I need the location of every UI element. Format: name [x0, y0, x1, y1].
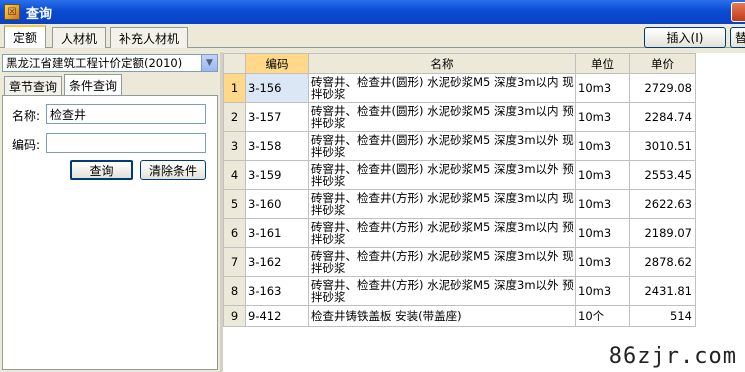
price-cell[interactable]: 2729.08: [629, 73, 696, 103]
name-cell[interactable]: 砖窨井、检查井(圆形) 水泥砂浆M5 深度3m以内 现拌砂浆: [308, 73, 576, 103]
corner-header: [223, 53, 246, 74]
header-row: 编码 名称 单位 单价: [223, 53, 696, 74]
row-number-cell[interactable]: 5: [223, 189, 246, 219]
results-grid: 编码 名称 单位 单价 1 3-156 砖窨井、检查井(圆形) 水泥砂浆M5 深度3…: [223, 53, 745, 372]
top-tab-bar: 定额 人材机 补充人材机 插入(I) 替: [0, 24, 745, 48]
table-row[interactable]: 2 3-157 砖窨井、检查井(圆形) 水泥砂浆M5 深度3m以内 预拌砂浆 10m3…: [223, 102, 696, 132]
name-cell[interactable]: 砖窨井、检查井(方形) 水泥砂浆M5 深度3m以外 现拌砂浆: [308, 247, 576, 277]
table-row[interactable]: 7 3-162 砖窨井、检查井(方形) 水泥砂浆M5 深度3m以外 现拌砂浆 10m3…: [223, 247, 696, 277]
table-row[interactable]: 9 9-412 检查井铸铁盖板 安装(带盖座) 10个 514: [223, 305, 696, 327]
unit-cell[interactable]: 10m3: [575, 102, 630, 132]
unit-cell[interactable]: 10m3: [575, 189, 630, 219]
replace-button[interactable]: 替: [730, 27, 745, 48]
code-cell[interactable]: 9-412: [245, 305, 309, 327]
row-number-cell[interactable]: 4: [223, 160, 246, 190]
name-field[interactable]: 检查井: [46, 104, 206, 124]
tab-labor-material-machine[interactable]: 人材机: [52, 27, 107, 48]
results-table: 编码 名称 单位 单价 1 3-156 砖窨井、检查井(圆形) 水泥砂浆M5 深度3…: [223, 53, 696, 327]
quota-library-value: 黑龙江省建筑工程计价定额(2010): [6, 56, 183, 70]
left-search-panel: 黑龙江省建筑工程计价定额(2010) ▼ 章节查询 条件查询 名称: 检查井 编…: [0, 52, 220, 372]
row-number-cell[interactable]: 6: [223, 218, 246, 248]
name-cell[interactable]: 砖窨井、检查井(方形) 水泥砂浆M5 深度3m以内 预拌砂浆: [308, 218, 576, 248]
unit-cell[interactable]: 10m3: [575, 218, 630, 248]
table-row[interactable]: 8 3-163 砖窨井、检查井(方形) 水泥砂浆M5 深度3m以外 预拌砂浆 10m3…: [223, 276, 696, 306]
code-cell[interactable]: 3-158: [245, 131, 309, 161]
table-row[interactable]: 3 3-158 砖窨井、检查井(圆形) 水泥砂浆M5 深度3m以外 现拌砂浆 10m3…: [223, 131, 696, 161]
unit-cell[interactable]: 10m3: [575, 276, 630, 306]
code-cell[interactable]: 3-156: [245, 73, 309, 103]
name-cell[interactable]: 砖窨井、检查井(圆形) 水泥砂浆M5 深度3m以外 现拌砂浆: [308, 131, 576, 161]
name-cell[interactable]: 砖窨井、检查井(方形) 水泥砂浆M5 深度3m以外 预拌砂浆: [308, 276, 576, 306]
name-label: 名称:: [12, 109, 41, 123]
unit-column-header[interactable]: 单位: [575, 53, 630, 74]
tab-supplement-lmm[interactable]: 补充人材机: [110, 27, 189, 48]
code-cell[interactable]: 3-162: [245, 247, 309, 277]
query-button[interactable]: 查询: [70, 160, 133, 180]
quota-library-select[interactable]: 黑龙江省建筑工程计价定额(2010) ▼: [2, 54, 218, 72]
tab-condition-search[interactable]: 条件查询: [64, 74, 123, 96]
name-cell[interactable]: 砖窨井、检查井(圆形) 水泥砂浆M5 深度3m以外 预拌砂浆: [308, 160, 576, 190]
name-cell[interactable]: 检查井铸铁盖板 安装(带盖座): [308, 305, 576, 327]
code-label: 编码:: [12, 138, 41, 152]
row-number-cell[interactable]: 9: [223, 305, 246, 327]
price-cell[interactable]: 514: [629, 305, 696, 327]
table-row[interactable]: 6 3-161 砖窨井、检查井(方形) 水泥砂浆M5 深度3m以内 预拌砂浆 10m3…: [223, 218, 696, 248]
row-number-cell[interactable]: 2: [223, 102, 246, 132]
price-column-header[interactable]: 单价: [629, 53, 696, 74]
tab-chapter-search[interactable]: 章节查询: [4, 76, 63, 96]
unit-cell[interactable]: 10m3: [575, 131, 630, 161]
price-cell[interactable]: 2622.63: [629, 189, 696, 219]
window-title: 查询: [26, 6, 53, 22]
unit-cell[interactable]: 10m3: [575, 247, 630, 277]
code-cell[interactable]: 3-159: [245, 160, 309, 190]
price-cell[interactable]: 2431.81: [629, 276, 696, 306]
tab-quota[interactable]: 定额: [4, 25, 47, 48]
unit-cell[interactable]: 10m3: [575, 73, 630, 103]
insert-button[interactable]: 插入(I): [644, 27, 726, 48]
name-cell[interactable]: 砖窨井、检查井(圆形) 水泥砂浆M5 深度3m以内 预拌砂浆: [308, 102, 576, 132]
price-cell[interactable]: 2284.74: [629, 102, 696, 132]
table-row[interactable]: 5 3-160 砖窨井、检查井(方形) 水泥砂浆M5 深度3m以内 现拌砂浆 10m3…: [223, 189, 696, 219]
unit-cell[interactable]: 10m3: [575, 160, 630, 190]
title-bar: ☒ 查询: [0, 0, 745, 24]
code-column-header[interactable]: 编码: [245, 53, 309, 74]
name-column-header[interactable]: 名称: [308, 53, 576, 74]
price-cell[interactable]: 2553.45: [629, 160, 696, 190]
code-field[interactable]: [46, 133, 206, 153]
app-icon: ☒: [4, 4, 20, 20]
table-row[interactable]: 1 3-156 砖窨井、检查井(圆形) 水泥砂浆M5 深度3m以内 现拌砂浆 10m3…: [223, 73, 696, 103]
price-cell[interactable]: 2878.62: [629, 247, 696, 277]
watermark: 86zjr.com: [608, 344, 737, 369]
price-cell[interactable]: 2189.07: [629, 218, 696, 248]
code-cell[interactable]: 3-163: [245, 276, 309, 306]
row-number-cell[interactable]: 8: [223, 276, 246, 306]
row-number-cell[interactable]: 1: [223, 73, 246, 103]
code-cell[interactable]: 3-161: [245, 218, 309, 248]
unit-cell[interactable]: 10个: [575, 305, 630, 327]
table-row[interactable]: 4 3-159 砖窨井、检查井(圆形) 水泥砂浆M5 深度3m以外 预拌砂浆 10m3…: [223, 160, 696, 190]
name-cell[interactable]: 砖窨井、检查井(方形) 水泥砂浆M5 深度3m以内 现拌砂浆: [308, 189, 576, 219]
row-number-cell[interactable]: 3: [223, 131, 246, 161]
condition-search-pane: 名称: 检查井 编码: 查询 清除条件: [2, 95, 218, 370]
code-cell[interactable]: 3-160: [245, 189, 309, 219]
chevron-down-icon[interactable]: ▼: [201, 55, 217, 71]
clear-conditions-button[interactable]: 清除条件: [140, 160, 206, 180]
row-number-cell[interactable]: 7: [223, 247, 246, 277]
code-cell[interactable]: 3-157: [245, 102, 309, 132]
price-cell[interactable]: 3010.51: [629, 131, 696, 161]
close-button[interactable]: [731, 2, 745, 22]
